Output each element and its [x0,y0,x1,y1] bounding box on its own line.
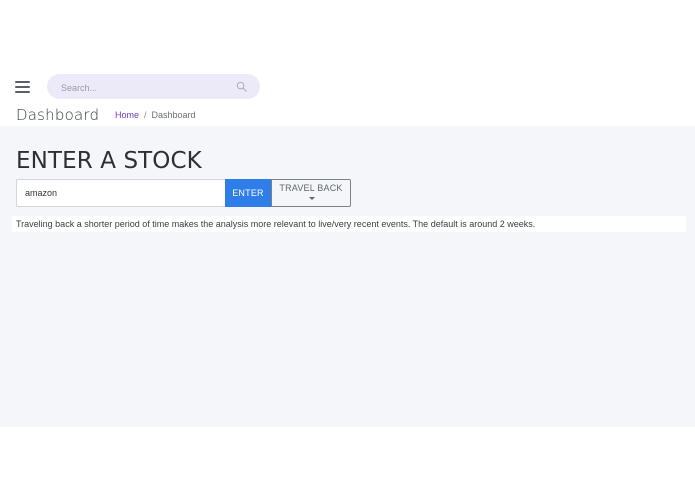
top-header [0,66,695,108]
hamburger-menu-icon[interactable] [15,81,31,93]
travel-back-label: TRAVEL BACK [279,183,343,193]
enter-stock-heading: ENTER A STOCK [16,148,202,174]
breadcrumb: Home / Dashboard [115,110,196,120]
page-title: Dashboard [16,106,100,124]
breadcrumb-home-link[interactable]: Home [115,110,139,120]
search-icon[interactable] [236,81,247,92]
search-input[interactable] [59,74,233,101]
breadcrumb-current: Dashboard [151,110,196,120]
search-box [47,74,260,101]
travel-back-note: Traveling back a shorter period of time … [12,216,686,232]
caret-down-icon [309,197,315,200]
main-content: ENTER A STOCK ENTER TRAVEL BACK Travelin… [0,126,695,427]
stock-form: ENTER TRAVEL BACK [16,179,352,207]
title-row: Dashboard Home / Dashboard [0,106,695,126]
breadcrumb-separator: / [144,110,147,120]
stock-input[interactable] [16,179,225,207]
enter-button[interactable]: ENTER [225,179,271,207]
travel-back-dropdown-button[interactable]: TRAVEL BACK [271,179,351,207]
page: Dashboard Home / Dashboard ENTER A STOCK E… [0,0,695,494]
